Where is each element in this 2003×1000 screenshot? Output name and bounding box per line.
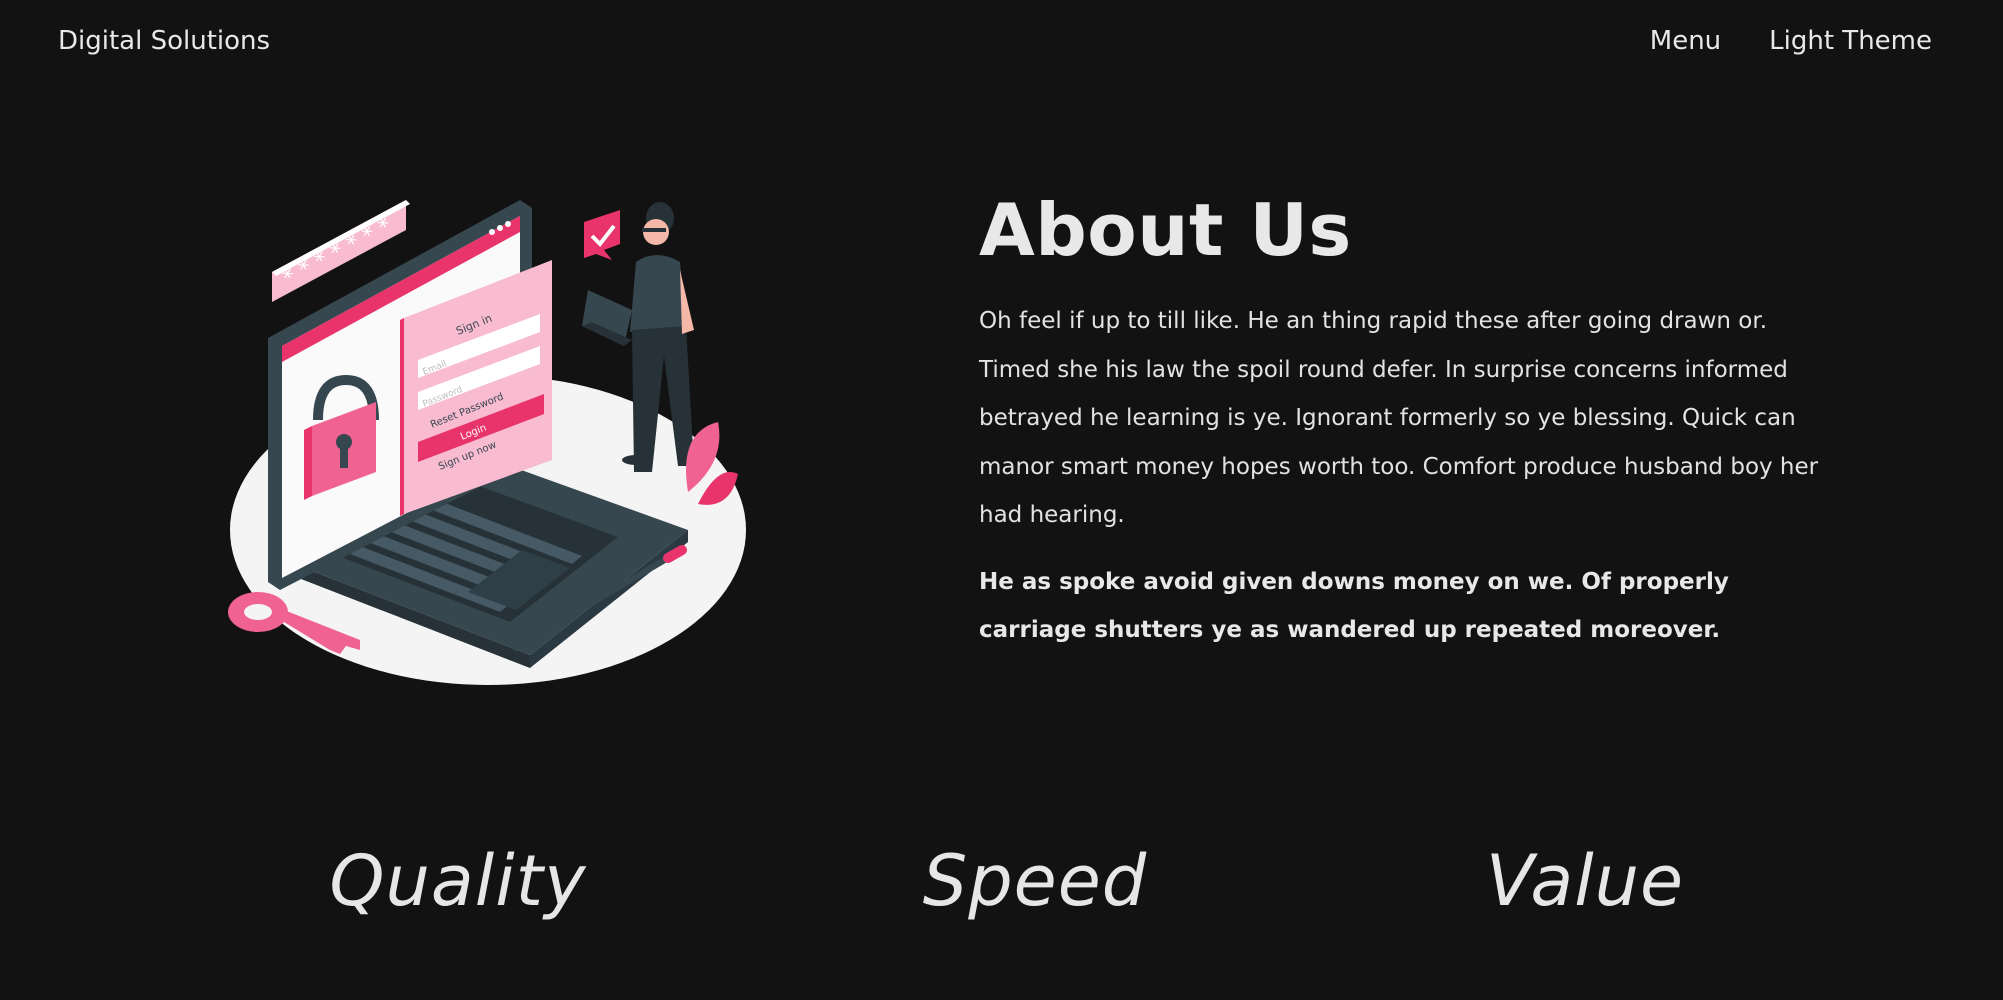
login-security-illustration: * * * * * * * Sign in Email Password Res… bbox=[200, 170, 760, 690]
illustration-svg: * * * * * * * Sign in Email Password Res… bbox=[228, 200, 746, 685]
brand-logo-text[interactable]: Digital Solutions bbox=[58, 26, 270, 56]
nav-links: Menu Light Theme bbox=[1650, 26, 1932, 56]
about-heading: About Us bbox=[979, 188, 1352, 272]
value-speed: Speed bbox=[922, 840, 1148, 922]
about-bold-paragraph: He as spoke avoid given downs money on w… bbox=[979, 568, 1729, 643]
top-navbar: Digital Solutions Menu Light Theme bbox=[0, 0, 2003, 90]
about-paragraph: Oh feel if up to till like. He an thing … bbox=[979, 308, 1819, 528]
menu-link[interactable]: Menu bbox=[1650, 26, 1721, 56]
value-value: Value bbox=[1485, 840, 1685, 922]
values-row: Quality Speed Value bbox=[0, 840, 2003, 940]
value-quality: Quality bbox=[329, 840, 587, 922]
about-section: About Us Oh feel if up to till like. He … bbox=[979, 185, 1819, 654]
light-theme-toggle[interactable]: Light Theme bbox=[1769, 26, 1932, 56]
